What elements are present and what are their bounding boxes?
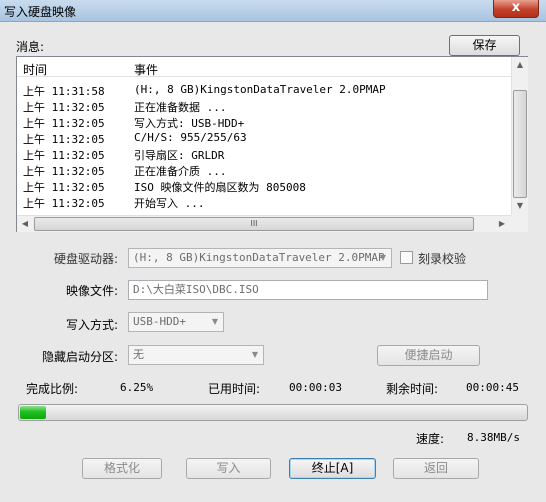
log-row[interactable]: 上午 11:32:05 正在准备介质 ... bbox=[17, 162, 511, 178]
log-event: 正在准备数据 ... bbox=[134, 101, 227, 114]
save-button[interactable]: 保存 bbox=[449, 35, 520, 56]
log-event: C/H/S: 955/255/63 bbox=[134, 131, 247, 144]
vertical-scroll-thumb[interactable] bbox=[513, 90, 527, 198]
log-event: 正在准备介质 ... bbox=[134, 165, 227, 178]
hidden-partition-label: 隐藏启动分区: bbox=[42, 350, 119, 364]
write-mode-select[interactable]: USB-HDD+ ▼ bbox=[128, 312, 224, 332]
log-row[interactable]: 上午 11:32:05 正在准备数据 ... bbox=[17, 98, 511, 114]
vertical-scrollbar[interactable]: ▲ ▼ bbox=[511, 57, 528, 215]
hidden-partition-select[interactable]: 无 ▼ bbox=[128, 345, 264, 365]
log-row[interactable]: 上午 11:32:05 写入方式: USB-HDD+ bbox=[17, 114, 511, 130]
image-file-label: 映像文件: bbox=[66, 284, 119, 298]
log-time: 上午 11:32:05 bbox=[23, 117, 105, 130]
verify-label: 刻录校验 bbox=[418, 252, 467, 266]
log-time: 上午 11:32:05 bbox=[23, 197, 105, 210]
elapsed-value: 00:00:03 bbox=[289, 381, 342, 394]
back-button[interactable]: 返回 bbox=[393, 458, 479, 479]
log-event: (H:, 8 GB)KingstonDataTraveler 2.0PMAP bbox=[134, 83, 386, 96]
column-header-time[interactable]: 时间 bbox=[23, 61, 47, 78]
log-time: 上午 11:32:05 bbox=[23, 101, 105, 114]
elapsed-label: 已用时间: bbox=[208, 382, 261, 396]
close-icon: x bbox=[511, 0, 521, 15]
quick-boot-button[interactable]: 便捷启动 bbox=[377, 345, 480, 366]
log-row[interactable]: 上午 11:32:05 ISO 映像文件的扇区数为 805008 bbox=[17, 178, 511, 194]
log-row[interactable]: 上午 11:32:05 C/H/S: 955/255/63 bbox=[17, 130, 511, 146]
write-progress-bar bbox=[18, 404, 528, 421]
scroll-down-icon[interactable]: ▼ bbox=[512, 198, 528, 214]
log-time: 上午 11:32:05 bbox=[23, 181, 105, 194]
scrollbar-corner bbox=[511, 215, 528, 232]
log-event: 写入方式: USB-HDD+ bbox=[134, 117, 245, 130]
scroll-right-icon[interactable]: ▶ bbox=[494, 216, 510, 232]
percent-value: 6.25% bbox=[120, 381, 154, 394]
log-time: 上午 11:31:58 bbox=[23, 85, 105, 98]
horizontal-scroll-thumb[interactable]: III bbox=[34, 217, 474, 231]
messages-label: 消息: bbox=[16, 40, 45, 54]
format-button[interactable]: 格式化 bbox=[82, 458, 162, 479]
log-row[interactable]: 上午 11:32:05 引导扇区: GRLDR bbox=[17, 146, 511, 162]
message-log-list: 时间 事件 上午 11:31:58 (H:, 8 GB)KingstonDataT… bbox=[17, 57, 511, 215]
log-event: 开始写入 ... bbox=[134, 197, 205, 210]
log-row[interactable]: 上午 11:31:58 (H:, 8 GB)KingstonDataTravele… bbox=[17, 82, 511, 98]
image-file-input[interactable]: D:\大白菜ISO\DBC.ISO bbox=[128, 280, 488, 300]
close-button[interactable]: x bbox=[493, 0, 539, 18]
log-time: 上午 11:32:05 bbox=[23, 133, 105, 146]
speed-label: 速度: bbox=[416, 432, 445, 446]
abort-button[interactable]: 终止[A] bbox=[289, 458, 376, 479]
verify-checkbox[interactable] bbox=[400, 251, 413, 264]
remaining-label: 剩余时间: bbox=[386, 382, 439, 396]
write-mode-label: 写入方式: bbox=[66, 318, 119, 332]
progress-fill bbox=[20, 406, 46, 419]
log-header: 时间 事件 bbox=[17, 57, 511, 77]
horizontal-scrollbar[interactable]: ◀ III ▶ bbox=[17, 215, 511, 232]
title-bar[interactable]: 写入硬盘映像 x bbox=[0, 0, 546, 22]
speed-value: 8.38MB/s bbox=[467, 431, 520, 444]
log-time: 上午 11:32:05 bbox=[23, 149, 105, 162]
chevron-down-icon: ▼ bbox=[211, 317, 219, 326]
hidden-partition-value: 无 bbox=[133, 348, 144, 361]
log-time: 上午 11:32:05 bbox=[23, 165, 105, 178]
percent-label: 完成比例: bbox=[26, 382, 79, 396]
log-row[interactable]: 上午 11:32:05 开始写入 ... bbox=[17, 194, 511, 210]
log-event: 引导扇区: GRLDR bbox=[134, 149, 225, 162]
window-title: 写入硬盘映像 bbox=[4, 5, 77, 19]
chevron-down-icon: ▼ bbox=[379, 253, 387, 262]
drive-select-value: (H:, 8 GB)KingstonDataTraveler 2.0PMAP bbox=[133, 251, 385, 264]
scroll-up-icon[interactable]: ▲ bbox=[512, 57, 528, 73]
message-log[interactable]: 时间 事件 上午 11:31:58 (H:, 8 GB)KingstonDataT… bbox=[16, 56, 528, 232]
write-disk-image-window: 写入硬盘映像 x 消息: 保存 时间 事件 上午 11:31:58 (H:, 8 … bbox=[0, 0, 546, 502]
write-mode-value: USB-HDD+ bbox=[133, 315, 186, 328]
chevron-down-icon: ▼ bbox=[251, 350, 259, 359]
scroll-left-icon[interactable]: ◀ bbox=[17, 216, 33, 232]
drive-label: 硬盘驱动器: bbox=[54, 252, 119, 266]
drive-select[interactable]: (H:, 8 GB)KingstonDataTraveler 2.0PMAP ▼ bbox=[128, 248, 392, 268]
remaining-value: 00:00:45 bbox=[466, 381, 519, 394]
column-header-event[interactable]: 事件 bbox=[134, 61, 158, 78]
write-button[interactable]: 写入 bbox=[186, 458, 271, 479]
log-event: ISO 映像文件的扇区数为 805008 bbox=[134, 181, 306, 194]
